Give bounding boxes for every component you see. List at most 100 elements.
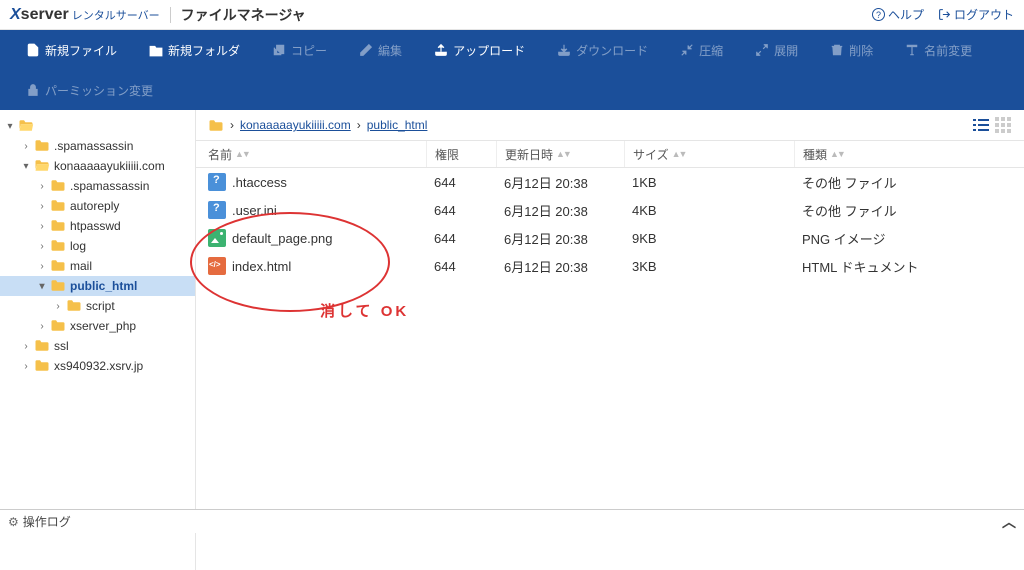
help-link[interactable]: ? ヘルプ: [872, 6, 924, 23]
toolbar-new-folder[interactable]: 新規フォルダ: [133, 30, 256, 70]
chevron-icon[interactable]: ▾: [36, 281, 48, 292]
tree-label: htpasswd: [70, 219, 121, 233]
tree-item[interactable]: › xs940932.xsrv.jp: [0, 356, 195, 376]
tree-label: .spamassassin: [70, 179, 149, 193]
file-date: 6月12日 20:38: [496, 229, 624, 248]
folder-icon: [50, 239, 66, 253]
col-type[interactable]: 種類▲▼: [794, 141, 1024, 167]
col-size[interactable]: サイズ▲▼: [624, 141, 794, 167]
file-perm: 644: [426, 175, 496, 190]
folder-icon: [208, 119, 224, 132]
tree-label: public_html: [70, 279, 137, 293]
folder-icon: [34, 339, 50, 353]
toolbar-expand: 展開: [739, 30, 814, 70]
tree-item[interactable]: › htpasswd: [0, 216, 195, 236]
folder-icon: [50, 319, 66, 333]
chevron-icon[interactable]: ›: [20, 341, 32, 352]
tree-item[interactable]: ▾: [0, 116, 195, 136]
tree-item[interactable]: › .spamassassin: [0, 176, 195, 196]
file-date: 6月12日 20:38: [496, 257, 624, 276]
file-size: 1KB: [624, 175, 794, 190]
trash-icon: [830, 43, 844, 57]
tree-item[interactable]: ▾konaaaaayukiiiii.com: [0, 156, 195, 176]
file-plus-icon: [26, 43, 40, 57]
chevron-icon[interactable]: ▾: [20, 161, 32, 172]
view-grid-icon[interactable]: [994, 116, 1012, 134]
file-date: 6月12日 20:38: [496, 173, 624, 192]
file-date: 6月12日 20:38: [496, 201, 624, 220]
chevron-icon[interactable]: ›: [36, 261, 48, 272]
topbar: Xserver レンタルサーバー ファイルマネージャ ? ヘルプ ログアウト: [0, 0, 1024, 30]
tree-label: log: [70, 239, 86, 253]
col-name[interactable]: 名前▲▼: [208, 141, 426, 167]
file-type: PNG イメージ: [794, 229, 1024, 248]
file-row[interactable]: index.html6446月12日 20:383KBHTML ドキュメント: [196, 252, 1024, 280]
col-date[interactable]: 更新日時▲▼: [496, 141, 624, 167]
folder-icon: [50, 259, 66, 273]
file-size: 9KB: [624, 231, 794, 246]
file-size: 3KB: [624, 259, 794, 274]
tree-item[interactable]: ›script: [0, 296, 195, 316]
folder-icon: [34, 159, 50, 173]
toolbar-new-file[interactable]: 新規ファイル: [10, 30, 133, 70]
folder-tree[interactable]: ▾ › .spamassassin ▾konaaaaayukiiiii.com › .sp…: [0, 110, 196, 570]
logout-link[interactable]: ログアウト: [938, 6, 1014, 23]
folder-icon: [34, 359, 50, 373]
col-perm[interactable]: 権限: [426, 141, 496, 167]
folder-icon: [50, 199, 66, 213]
toolbar-delete: 削除: [814, 30, 889, 70]
breadcrumb-link[interactable]: public_html: [367, 118, 428, 132]
tree-item[interactable]: ▾ public_html: [0, 276, 195, 296]
chevron-icon[interactable]: ›: [36, 241, 48, 252]
view-list-icon[interactable]: [972, 116, 990, 134]
file-name: .htaccess: [232, 175, 287, 190]
tree-item[interactable]: ›xserver_php: [0, 316, 195, 336]
chevron-up-icon[interactable]: ︿: [1002, 512, 1016, 532]
tree-item[interactable]: › .spamassassin: [0, 136, 195, 156]
pencil-icon: [359, 43, 373, 57]
logout-icon: [938, 8, 951, 21]
app-title: ファイルマネージャ: [181, 5, 306, 25]
folder-icon: [50, 179, 66, 193]
folder-plus-icon: [149, 43, 163, 57]
toolbar-permission: パーミッション変更: [10, 70, 169, 110]
chevron-icon[interactable]: ›: [20, 141, 32, 152]
expand-icon: [755, 43, 769, 57]
file-size: 4KB: [624, 203, 794, 218]
tree-label: mail: [70, 259, 92, 273]
toolbar-upload[interactable]: アップロード: [418, 30, 541, 70]
chevron-icon[interactable]: ›: [36, 321, 48, 332]
toolbar-download: ダウンロード: [541, 30, 664, 70]
chevron-icon[interactable]: ›: [36, 201, 48, 212]
chevron-icon[interactable]: ›: [36, 181, 48, 192]
chevron-icon[interactable]: ›: [52, 301, 64, 312]
file-row[interactable]: default_page.png6446月12日 20:389KBPNG イメー…: [196, 224, 1024, 252]
chevron-icon[interactable]: ›: [20, 361, 32, 372]
toolbar-rename: 名前変更: [889, 30, 988, 70]
chevron-icon[interactable]: ›: [36, 221, 48, 232]
breadcrumb-link[interactable]: konaaaaayukiiiii.com: [240, 118, 351, 132]
tree-item[interactable]: ›ssl: [0, 336, 195, 356]
file-row[interactable]: .htaccess6446月12日 20:381KBその他 ファイル: [196, 168, 1024, 196]
tree-item[interactable]: › mail: [0, 256, 195, 276]
file-type: その他 ファイル: [794, 201, 1024, 220]
toolbar: 新規ファイル新規フォルダコピー編集アップロードダウンロード圧縮展開削除名前変更 …: [0, 30, 1024, 110]
tree-label: .spamassassin: [54, 139, 133, 153]
toolbar-copy: コピー: [256, 30, 343, 70]
logo: Xserver: [10, 6, 69, 24]
file-row[interactable]: .user.ini6446月12日 20:384KBその他 ファイル: [196, 196, 1024, 224]
folder-icon: [50, 219, 66, 233]
status-bar[interactable]: ⚙ 操作ログ ︿: [0, 509, 1024, 533]
tree-item[interactable]: ›autoreply: [0, 196, 195, 216]
toolbar-compress: 圧縮: [664, 30, 739, 70]
breadcrumb-row: › konaaaaayukiiiii.com › public_html: [196, 110, 1024, 140]
table-header: 名前▲▼ 権限 更新日時▲▼ サイズ▲▼ 種類▲▼: [196, 140, 1024, 168]
tree-label: xs940932.xsrv.jp: [54, 359, 143, 373]
upload-icon: [434, 43, 448, 57]
help-icon: ?: [872, 8, 885, 21]
gear-icon: ⚙: [8, 515, 19, 529]
tree-item[interactable]: › log: [0, 236, 195, 256]
file-perm: 644: [426, 203, 496, 218]
chevron-icon[interactable]: ▾: [4, 121, 16, 132]
divider: [170, 7, 171, 23]
